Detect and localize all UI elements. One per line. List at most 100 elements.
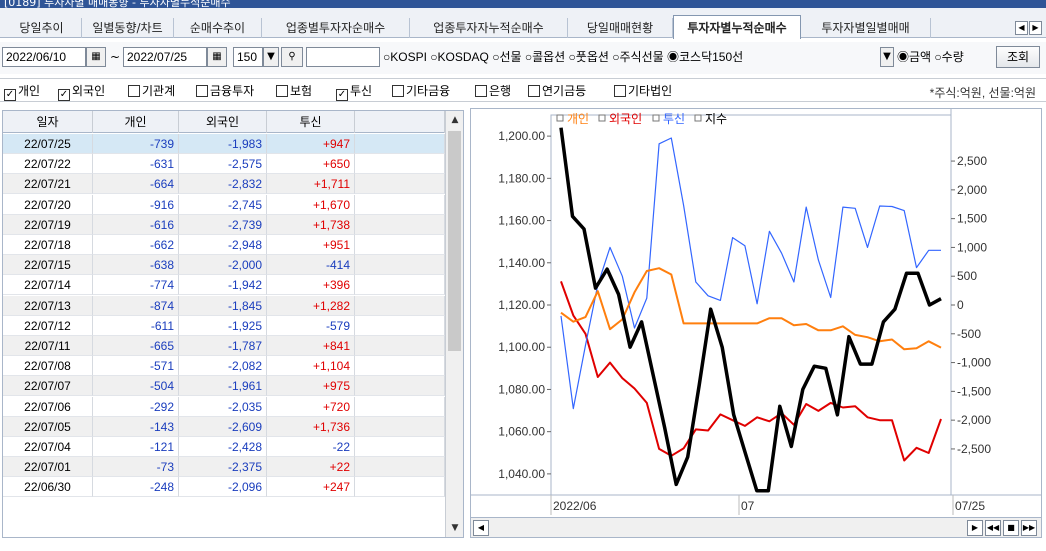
cell-foreign: -1,845 [179,295,267,316]
tab-1[interactable]: 일별동향/차트 [82,18,174,38]
chart-scroll-left-icon[interactable]: ◀ [473,520,489,536]
tab-prev-icon[interactable]: ◀ [1015,21,1028,35]
filter-label: 외국인 [72,84,106,98]
filter-checkbox-2[interactable]: 기관계 [128,84,175,98]
chart-footer: ◀ ▶ ◀◀ ■ ▶▶ [470,517,1042,538]
table-row[interactable]: 22/07/11 -665 -1,787 +841 [3,336,445,356]
header-date[interactable]: 일자 [3,111,93,133]
cell-blank [355,457,445,478]
table-row[interactable]: 22/07/08 -571 -2,082 +1,104 [3,356,445,377]
calendar-icon[interactable]: ▦ [86,47,106,67]
filter-label: 금융투자 [210,84,255,98]
cell-trust: -22 [267,437,355,457]
tab-7[interactable]: 투자자별일별매매 [801,18,931,38]
right-tick-label: 0 [957,298,964,312]
filter-checkbox-9[interactable]: 기타법인 [614,84,672,98]
filter-checkbox-8[interactable]: 연기금등 [528,84,586,98]
table-row[interactable]: 22/07/22 -631 -2,575 +650 [3,154,445,175]
header-foreign[interactable]: 외국인 [179,111,267,133]
cell-foreign: -2,832 [179,174,267,195]
table-row[interactable]: 22/06/30 -248 -2,096 +247 [3,477,445,498]
filter-checkbox-4[interactable]: 보험 [276,84,312,98]
x-tick-label: 07/25 [955,499,985,513]
chart-end-icon[interactable]: ▶▶ [1021,520,1037,536]
scroll-down-icon[interactable]: ▼ [446,519,463,537]
table-row[interactable]: 22/07/05 -143 -2,609 +1,736 [3,416,445,437]
cell-trust: +1,104 [267,356,355,377]
cell-foreign: -2,575 [179,154,267,175]
chart-next-icon[interactable]: ▶ [967,520,983,536]
cell-blank [355,134,445,154]
calendar-icon[interactable]: ▦ [207,47,227,67]
table-row[interactable]: 22/07/01 -73 -2,375 +22 [3,457,445,478]
chevron-down-icon[interactable]: ▼ [263,47,279,67]
right-tick-label: -500 [957,327,981,341]
header-trust[interactable]: 투신 [267,111,355,133]
header-blank [355,111,445,133]
filter-checkbox-1[interactable]: ✓ 외국인 [58,84,106,101]
tab-6[interactable]: 투자자별누적순매수 [673,15,801,39]
cell-individual: -504 [93,376,179,397]
table-row[interactable]: 22/07/19 -616 -2,739 +1,738 [3,214,445,235]
chart-zoom-out-icon[interactable]: ◀◀ [985,520,1001,536]
cell-blank [355,336,445,356]
filter-checkbox-3[interactable]: 금융투자 [196,84,254,98]
tab-4[interactable]: 업종투자자누적순매수 [410,18,568,38]
cell-foreign: -2,745 [179,194,267,215]
table-row[interactable]: 22/07/06 -292 -2,035 +720 [3,396,445,417]
checked-icon: ✓ [336,89,348,101]
filter-checkbox-5[interactable]: ✓ 투신 [336,84,372,101]
tab-3[interactable]: 업종별투자자순매수 [262,18,410,38]
scroll-up-icon[interactable]: ▲ [446,111,463,129]
tab-2[interactable]: 순매수추이 [174,18,262,38]
tab-0[interactable]: 당일추이 [2,18,82,38]
legend-marker [694,114,702,122]
filter-checkbox-7[interactable]: 은행 [475,84,511,98]
table-row[interactable]: 22/07/20 -916 -2,745 +1,670 [3,194,445,215]
filter-label: 기타금융 [406,84,451,98]
cell-trust: +1,736 [267,416,355,437]
cell-date: 22/07/14 [3,275,93,296]
legend-marker [556,114,564,122]
count-input[interactable]: 150 [233,47,263,67]
table-scrollbar[interactable]: ▲ ▼ [445,111,463,537]
left-tick-label: 1,120.00 [498,298,545,312]
table-row[interactable]: 22/07/07 -504 -1,961 +975 [3,376,445,397]
cell-date: 22/07/18 [3,235,93,255]
right-tick-label: 1,500 [957,212,987,226]
scrollbar-thumb[interactable] [448,131,461,351]
chart-stop-icon[interactable]: ■ [1003,520,1019,536]
search-icon[interactable]: ⚲ [281,47,303,67]
tab-5[interactable]: 당일매매현황 [568,18,673,38]
table-row[interactable]: 22/07/21 -664 -2,832 +1,711 [3,174,445,195]
left-tick-label: 1,180.00 [498,171,545,185]
table-row[interactable]: 22/07/25 -739 -1,983 +947 [3,134,445,154]
filter-checkbox-0[interactable]: ✓ 개인 [4,84,40,101]
filter-label: 기관계 [142,84,176,98]
filter-checkbox-6[interactable]: 기타금융 [392,84,450,98]
cell-trust: +247 [267,477,355,498]
search-button[interactable]: 조회 [996,46,1040,68]
table-row[interactable]: 22/07/12 -611 -1,925 -579 [3,315,445,336]
unchecked-icon [276,85,288,97]
table-row[interactable]: 22/07/04 -121 -2,428 -22 [3,437,445,457]
table-row[interactable]: 22/07/18 -662 -2,948 +951 [3,235,445,255]
amount-quantity-radio[interactable]: ◉금액 ○수량 [897,47,992,67]
tab-next-icon[interactable]: ▶ [1029,21,1042,35]
code-input[interactable] [306,47,380,67]
market-radio-group[interactable]: ○KOSPI ○KOSDAQ ○선물 ○콜옵션 ○풋옵션 ○주식선물 ◉코스닥1… [383,47,878,67]
cell-date: 22/07/04 [3,437,93,457]
cell-date: 22/07/11 [3,336,93,356]
end-date-input[interactable]: 2022/07/25 [123,47,207,67]
table-row[interactable]: 22/07/14 -774 -1,942 +396 [3,275,445,296]
right-tick-label: -1,000 [957,356,991,370]
unchecked-icon [614,85,626,97]
cell-individual: -143 [93,416,179,437]
cell-blank [355,295,445,316]
table-row[interactable]: 22/07/13 -874 -1,845 +1,282 [3,295,445,316]
start-date-input[interactable]: 2022/06/10 [2,47,86,67]
chevron-down-icon[interactable]: ▼ [880,47,894,67]
table-row[interactable]: 22/07/15 -638 -2,000 -414 [3,255,445,276]
checked-icon: ✓ [4,89,16,101]
header-individual[interactable]: 개인 [93,111,179,133]
